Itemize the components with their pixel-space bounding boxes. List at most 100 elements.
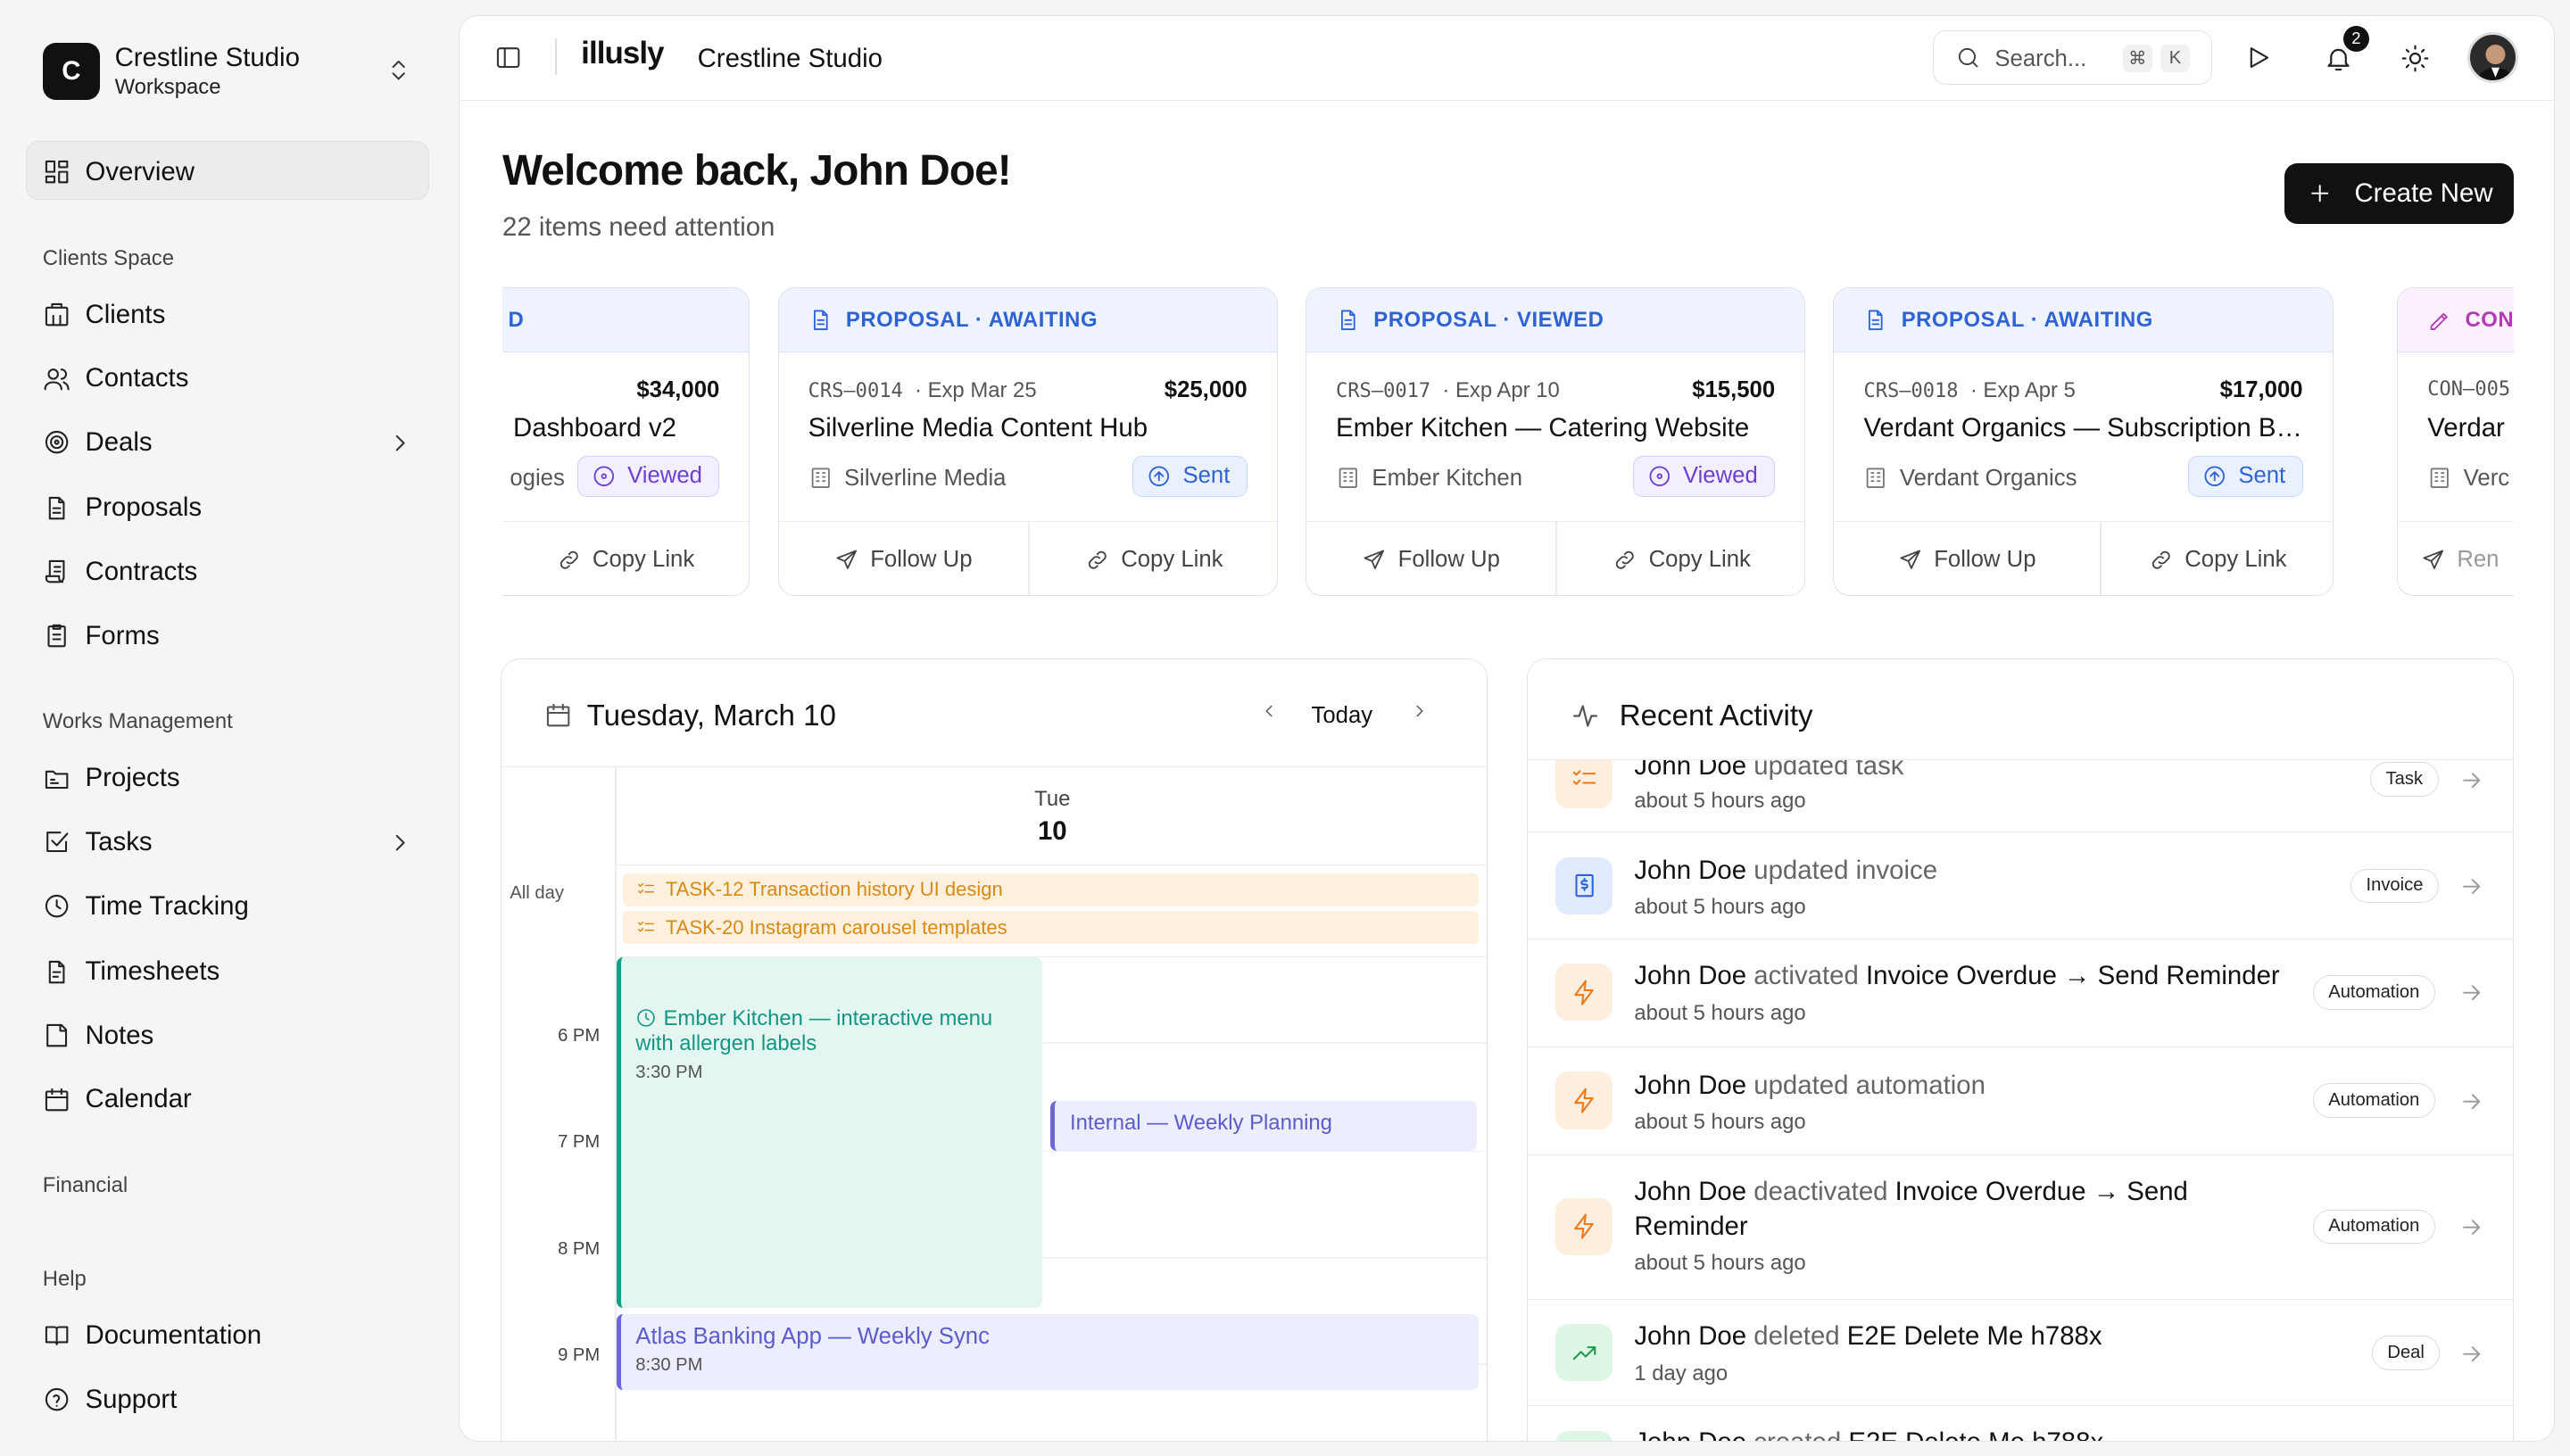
card-status: PROPOSAL · AWAITING [778,288,1277,353]
card-status-text: CON [2465,307,2514,332]
card-expiry: · Exp Apr 10 [1442,378,1560,403]
activity-tag: Automation [2312,1209,2435,1245]
create-new-button[interactable]: Create New [2284,162,2514,224]
proposal-carousel[interactable]: D $34,000 Dashboard v2 ogies Viewed Copy… [502,287,2514,599]
chevron-right-icon[interactable] [386,829,414,856]
proposal-card[interactable]: PROPOSAL · AWAITING CRS–0018 · Exp Apr 5… [1833,287,2334,596]
search-input[interactable]: Search... ⌘ K [1933,30,2212,85]
kbd-k: K [2160,44,2190,72]
activity-item[interactable]: John Doe activated Invoice Overdue → Sen… [1527,939,2513,1047]
copy-link-button[interactable]: Copy Link [1557,522,1804,595]
today-button[interactable]: Today [1312,703,1373,729]
day-name: Tue [1034,786,1071,811]
activity-item[interactable]: John Doe updated automation about 5 hour… [1527,1047,2513,1156]
workspace-name: Crestline Studio [114,42,300,72]
card-expiry: · Exp Mar 25 [915,378,1037,403]
copy-link-button[interactable]: Copy Link [502,522,749,595]
calendar-event[interactable]: Atlas Banking App — Weekly Sync 8:30 PM [616,1314,1479,1390]
arrow-up-circle-icon [1148,466,1170,486]
chevron-left-icon[interactable] [1259,701,1279,721]
activity-time: about 5 hours ago [1634,1250,1806,1275]
follow-up-button[interactable]: Follow Up [1306,522,1555,595]
all-day-task[interactable]: TASK-12 Transaction history UI design [623,873,1479,906]
proposal-card[interactable]: D $34,000 Dashboard v2 ogies Viewed Copy… [502,287,750,596]
sidebar-item-calendar[interactable]: Calendar [43,1083,192,1116]
arrow-right-icon[interactable] [2458,767,2484,793]
card-company-name: Verdant Organics [1899,465,2077,491]
sidebar-item-projects[interactable]: Projects [43,762,180,795]
arrow-right-icon[interactable] [2458,873,2484,899]
activity-item[interactable]: John Doe deactivated Invoice Overdue → S… [1527,1155,2513,1300]
card-actions: Follow Up Copy Link [1834,521,2333,595]
sidebar-item-notes[interactable]: Notes [43,1019,153,1052]
arrow-right-icon[interactable] [2458,1341,2484,1367]
copy-link-button[interactable]: Copy Link [2102,522,2333,595]
workspace-switcher[interactable]: C Crestline Studio Workspace [42,42,436,102]
status-badge-text: Sent [2238,463,2286,489]
calendar-event[interactable]: Internal — Weekly Planning [1050,1101,1477,1151]
remind-button[interactable]: Ren [2421,522,2514,595]
card-company-name: Verc [2463,465,2510,491]
send-icon [1900,550,1920,569]
sidebar-item-deals[interactable]: Deals [43,426,406,459]
follow-up-button[interactable]: Follow Up [779,522,1028,595]
sidebar-item-time-tracking[interactable]: Time Tracking [43,889,249,922]
copy-link-button[interactable]: Copy Link [1030,522,1277,595]
chevron-right-icon[interactable] [386,429,414,457]
sidebar-item-forms[interactable]: Forms [43,619,160,652]
sidebar-item-proposals[interactable]: Proposals [43,492,202,525]
card-id: CRS–0014 · Exp Mar 25 [808,378,1037,403]
sidebar-item-documentation[interactable]: Documentation [43,1320,261,1353]
zap-icon [1573,980,1594,1005]
sidebar-item-label: Overview [85,156,195,186]
card-status-text: D [508,307,525,332]
event-title: Atlas Banking App — Weekly Sync [635,1324,990,1350]
activity-text: John Doe updated automation [1634,1069,1986,1104]
card-status: D [502,288,750,353]
activity-item[interactable]: John Doe deleted E2E Delete Me h788x 1 d… [1527,1300,2513,1407]
sun-icon[interactable] [2400,44,2430,73]
sidebar-item-contracts[interactable]: Contracts [43,556,197,589]
arrow-right-icon[interactable] [2458,1088,2484,1114]
plus-icon [2311,185,2329,203]
card-amount: $15,500 [1692,376,1776,402]
avatar[interactable] [2467,31,2519,83]
list-check-icon [637,921,654,932]
follow-up-button[interactable]: Follow Up [1834,522,2100,595]
calendar-event[interactable]: Ember Kitchen — interactive menu with al… [616,956,1043,1308]
sidebar-item-clients[interactable]: Clients [43,298,165,331]
sidebar-toggle-icon[interactable] [494,44,522,71]
activity-tag: Task [2370,762,2439,797]
sidebar-item-support[interactable]: Support [43,1383,177,1416]
breadcrumb[interactable]: Crestline Studio [698,44,883,74]
sidebar-item-overview[interactable]: Overview [43,155,195,188]
event-time: 3:30 PM [635,1063,703,1083]
chevron-right-icon[interactable] [1410,701,1430,721]
sidebar-item-timesheets[interactable]: Timesheets [43,956,220,989]
contract-card[interactable]: CON CON–005 Verdar Verc Ren [2397,287,2514,596]
card-actions: Follow Up Copy Link [1306,521,1805,595]
all-day-task[interactable]: TASK-20 Instagram carousel templates [623,911,1479,945]
arrow-right-icon[interactable] [2458,1214,2484,1240]
proposal-card[interactable]: PROPOSAL · AWAITING CRS–0014 · Exp Mar 2… [777,287,1278,596]
calendar-icon [45,1088,69,1112]
activity-item[interactable]: John Doe updated invoice about 5 hours a… [1527,832,2513,939]
card-id: CON–005 [2427,378,2510,401]
proposal-card[interactable]: PROPOSAL · VIEWED CRS–0017 · Exp Apr 10 … [1305,287,1806,596]
search-icon [1959,47,1978,68]
sidebar-item-contacts[interactable]: Contacts [43,362,188,395]
card-company: Verc [2427,466,2509,492]
list-check-icon [1572,770,1596,785]
zap-icon [1573,1213,1594,1239]
building-icon [1867,468,1886,489]
sidebar-item-tasks[interactable]: Tasks [43,826,406,859]
hour-label: 6 PM [558,1025,601,1046]
card-status: CON [2398,288,2514,353]
play-icon[interactable] [2244,44,2272,71]
building-icon [1339,468,1357,489]
arrow-right-icon[interactable] [2458,980,2484,1005]
card-company: ogies [510,466,564,492]
activity-item[interactable]: John Doe created E2E Delete Me h788x [1528,1406,2513,1442]
file-text-icon [1340,310,1355,330]
activity-verb: activated [1753,960,1859,990]
